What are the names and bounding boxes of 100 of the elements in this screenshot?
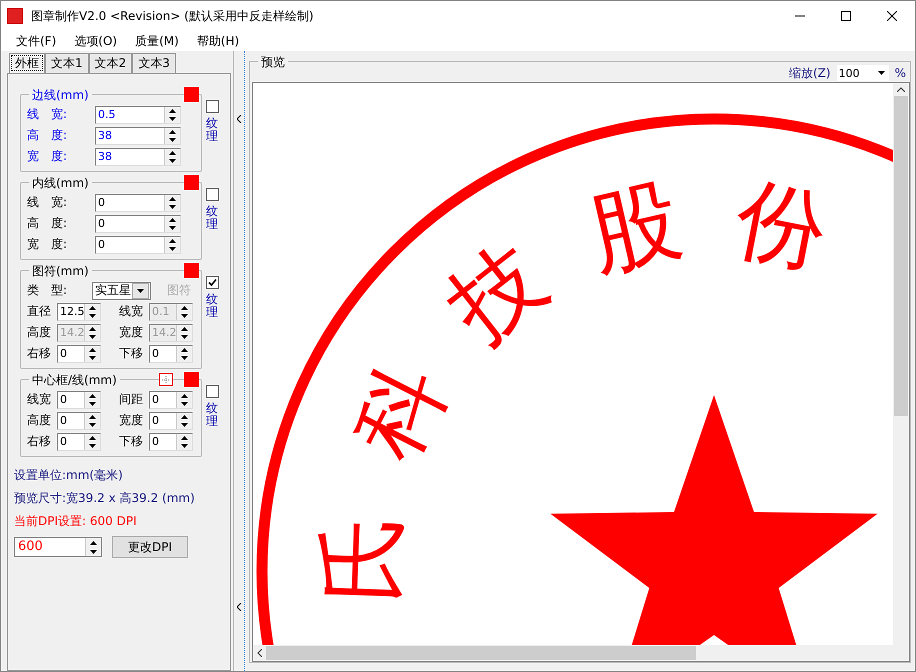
spin-up-icon[interactable] bbox=[181, 414, 188, 418]
number-field[interactable]: 0 bbox=[149, 432, 193, 450]
field-label: 右移 bbox=[27, 345, 52, 362]
dropdown-caret-icon bbox=[137, 288, 144, 292]
chevron-left-icon[interactable] bbox=[236, 115, 242, 123]
tab[interactable]: 文本3 bbox=[132, 53, 176, 73]
spin-up-icon[interactable] bbox=[169, 238, 176, 242]
spin-up-icon[interactable] bbox=[169, 196, 176, 200]
texture-checkbox[interactable] bbox=[206, 385, 218, 398]
chevron-left-icon[interactable] bbox=[236, 603, 242, 611]
number-field[interactable]: 0 bbox=[149, 390, 193, 408]
dpi-field[interactable]: 600 bbox=[14, 537, 102, 557]
spin-up-icon[interactable] bbox=[89, 394, 96, 398]
spin-up-icon[interactable] bbox=[181, 436, 188, 440]
spin-down-icon[interactable] bbox=[181, 402, 188, 406]
field-label: 线宽 bbox=[27, 391, 52, 408]
scroll-up-icon[interactable] bbox=[897, 87, 905, 92]
color-swatch[interactable] bbox=[184, 372, 199, 387]
group-title: 内线(mm) bbox=[29, 175, 92, 192]
crosshair-icon bbox=[162, 376, 170, 384]
spin-up-icon[interactable] bbox=[181, 348, 188, 352]
number-field[interactable]: 0 bbox=[57, 390, 101, 408]
spin-down-icon[interactable] bbox=[89, 356, 96, 360]
number-field[interactable]: 0 bbox=[57, 344, 101, 362]
number-field[interactable]: 0 bbox=[95, 236, 181, 254]
spin-up-icon[interactable] bbox=[89, 436, 96, 440]
type-dropdown[interactable]: 实五星 bbox=[92, 282, 151, 300]
number-field[interactable]: 0 bbox=[149, 412, 193, 430]
crosshair-button[interactable] bbox=[159, 373, 173, 386]
field-label: 宽 度: bbox=[27, 236, 68, 253]
spin-up-icon[interactable] bbox=[89, 414, 96, 418]
stamp-character: 氏 bbox=[308, 512, 416, 606]
spin-down-icon[interactable] bbox=[181, 444, 188, 448]
app-icon bbox=[7, 8, 23, 24]
spin-down-icon[interactable] bbox=[169, 226, 176, 230]
info-text: 预览尺寸:宽39.2 x 高39.2 (mm) bbox=[14, 490, 196, 507]
number-field[interactable]: 0 bbox=[95, 214, 181, 232]
tab[interactable]: 外框 bbox=[9, 53, 45, 73]
menu-item[interactable]: 质量(M) bbox=[128, 32, 186, 50]
field-label: 线宽 bbox=[119, 303, 144, 320]
number-field[interactable]: 38 bbox=[95, 126, 181, 144]
spin-up-icon[interactable] bbox=[181, 394, 188, 398]
spin-down-icon[interactable] bbox=[90, 550, 97, 554]
texture-label: 纹理 bbox=[206, 293, 218, 320]
menu-item[interactable]: 帮助(H) bbox=[190, 32, 246, 50]
texture-checkbox[interactable] bbox=[206, 276, 218, 289]
spin-up-icon[interactable] bbox=[169, 108, 176, 112]
spin-down-icon[interactable] bbox=[181, 422, 188, 426]
menu-item[interactable]: 选项(O) bbox=[67, 32, 124, 50]
color-swatch[interactable] bbox=[184, 87, 199, 102]
spin-down-icon[interactable] bbox=[89, 444, 96, 448]
spin-down-icon[interactable] bbox=[169, 246, 176, 250]
scroll-left-icon[interactable] bbox=[257, 649, 262, 657]
number-field[interactable]: 12.5 bbox=[57, 302, 101, 320]
texture-label: 纹理 bbox=[206, 402, 218, 428]
spin-up-icon[interactable] bbox=[169, 218, 176, 222]
field-label: 线 宽: bbox=[27, 194, 68, 211]
number-field[interactable]: 0 bbox=[149, 344, 193, 362]
spin-down-icon[interactable] bbox=[181, 356, 188, 360]
field-label: 间距 bbox=[119, 391, 144, 408]
spin-down-icon[interactable] bbox=[169, 116, 176, 120]
field-label: 直径 bbox=[27, 303, 52, 320]
spin-up-icon[interactable] bbox=[90, 540, 97, 544]
field-label: 高 度: bbox=[27, 127, 68, 144]
tab[interactable]: 文本2 bbox=[88, 53, 132, 73]
texture-label: 纹理 bbox=[206, 205, 218, 232]
number-field[interactable]: 0.5 bbox=[95, 106, 181, 124]
field-label: 右移 bbox=[27, 433, 52, 450]
tab[interactable]: 文本1 bbox=[45, 53, 89, 73]
number-field[interactable]: 0 bbox=[57, 412, 101, 430]
group-title: 中心框/线(mm) bbox=[29, 372, 120, 389]
number-field[interactable]: 38 bbox=[95, 148, 181, 166]
field-label: 下移 bbox=[119, 345, 144, 362]
texture-checkbox[interactable] bbox=[206, 188, 218, 201]
texture-checkbox[interactable] bbox=[206, 100, 218, 113]
stamp-character: 份 bbox=[727, 164, 836, 286]
field-label: 高度 bbox=[27, 324, 52, 341]
zoom-dropdown[interactable]: 100 bbox=[836, 65, 889, 81]
texture-label: 纹理 bbox=[206, 117, 218, 144]
change-dpi-button[interactable]: 更改DPI bbox=[112, 536, 188, 558]
field-label: 宽度 bbox=[119, 324, 144, 341]
field-label: 高度 bbox=[27, 412, 52, 429]
number-field[interactable]: 0 bbox=[95, 194, 181, 212]
spin-down-icon[interactable] bbox=[169, 204, 176, 208]
spin-up-icon[interactable] bbox=[169, 150, 176, 154]
menu-item[interactable]: 文件(F) bbox=[9, 32, 64, 50]
spin-up-icon[interactable] bbox=[89, 348, 96, 352]
color-swatch[interactable] bbox=[184, 175, 199, 190]
field-label: 高 度: bbox=[27, 215, 68, 232]
field-label: 宽 度: bbox=[27, 148, 68, 165]
spin-down-icon[interactable] bbox=[89, 402, 96, 406]
field-label: 类 型: bbox=[27, 282, 68, 299]
spin-up-icon[interactable] bbox=[169, 130, 176, 134]
spin-down-icon[interactable] bbox=[169, 138, 176, 142]
number-field[interactable]: 0 bbox=[57, 432, 101, 450]
spin-down-icon[interactable] bbox=[89, 422, 96, 426]
color-swatch[interactable] bbox=[184, 263, 199, 278]
spin-down-icon[interactable] bbox=[169, 158, 176, 162]
spin-up-icon[interactable] bbox=[89, 306, 96, 310]
spin-down-icon[interactable] bbox=[89, 314, 96, 318]
